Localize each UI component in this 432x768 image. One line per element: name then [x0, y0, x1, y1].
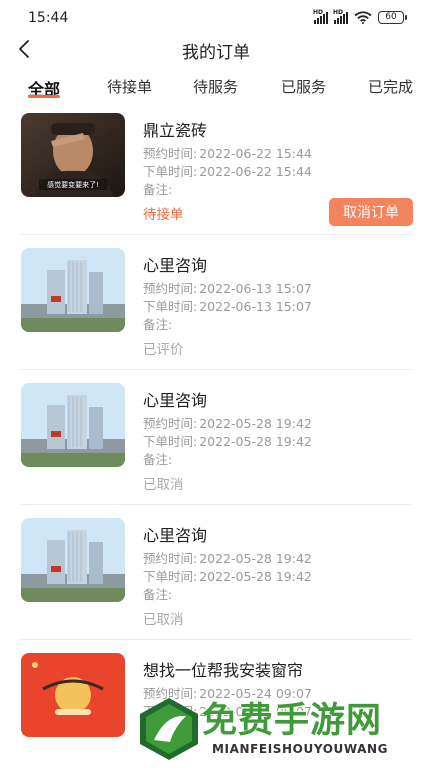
battery-icon: 60	[378, 11, 407, 24]
tab-completed[interactable]: 已完成	[368, 76, 413, 97]
order-time: 下单时间: 2022-05-28 19:42	[143, 569, 312, 584]
order-note: 备注:	[143, 317, 173, 332]
order-card[interactable]: 感觉要变要来了! 鼎立瓷砖 预约时间: 2022-06-22 15:44 下单时间…	[0, 100, 432, 235]
order-thumbnail	[21, 248, 125, 332]
order-card[interactable]: 心里咨询 预约时间: 2022-05-28 19:42 下单时间: 2022-05-…	[0, 370, 432, 505]
status-icons: HD HD 60	[313, 9, 407, 24]
wifi-icon	[354, 11, 372, 24]
order-thumbnail	[21, 518, 125, 602]
order-name: 心里咨询	[143, 526, 208, 545]
order-card[interactable]: 心里咨询 预约时间: 2022-06-13 15:07 下单时间: 2022-06-…	[0, 235, 432, 370]
order-name: 心里咨询	[143, 256, 208, 275]
order-name: 鼎立瓷砖	[143, 121, 208, 140]
order-note: 备注:	[143, 182, 173, 197]
appointment-time: 预约时间: 2022-05-28 19:42	[143, 551, 312, 566]
nav-bar: 我的订单	[0, 36, 432, 63]
appointment-time: 预约时间: 2022-05-28 19:42	[143, 416, 312, 431]
tab-pending-service[interactable]: 待服务	[193, 76, 238, 97]
active-tab-indicator	[28, 95, 60, 98]
order-time: 下单时间: 2022-05-24 09:07	[143, 704, 312, 719]
order-status: 已取消	[143, 477, 184, 493]
order-name: 想找一位帮我安装窗帘	[143, 661, 304, 680]
tab-pending-accept[interactable]: 待接单	[107, 76, 152, 97]
appointment-time: 预约时间: 2022-05-24 09:07	[143, 686, 312, 701]
order-status: 已评价	[143, 342, 184, 358]
order-status: 待接单	[143, 207, 184, 223]
order-time: 下单时间: 2022-05-28 19:42	[143, 434, 312, 449]
cellular-signal-icon: HD	[313, 9, 328, 24]
appointment-time: 预约时间: 2022-06-22 15:44	[143, 146, 312, 161]
order-note: 备注:	[143, 587, 173, 602]
tab-serviced[interactable]: 已服务	[281, 76, 326, 97]
order-card[interactable]: 心里咨询 预约时间: 2022-05-28 19:42 下单时间: 2022-05-…	[0, 505, 432, 640]
order-tabs: 全部 待接单 待服务 已服务 已完成	[0, 76, 432, 100]
thumbnail-caption: 感觉要变要来了!	[47, 180, 99, 189]
cancel-order-button[interactable]: 取消订单	[329, 198, 413, 226]
cellular-signal-2-icon: HD	[333, 9, 348, 24]
order-card[interactable]: 想找一位帮我安装窗帘 预约时间: 2022-05-24 09:07 下单时间: 20…	[0, 640, 432, 768]
order-thumbnail	[21, 653, 125, 737]
order-time: 下单时间: 2022-06-22 15:44	[143, 164, 312, 179]
order-thumbnail	[21, 383, 125, 467]
status-time: 15:44	[28, 10, 69, 26]
page-title: 我的订单	[182, 43, 250, 63]
order-time: 下单时间: 2022-06-13 15:07	[143, 299, 312, 314]
status-bar: 15:44 HD HD 60	[0, 0, 432, 36]
order-note: 备注:	[143, 452, 173, 467]
order-thumbnail: 感觉要变要来了!	[21, 113, 125, 197]
order-name: 心里咨询	[143, 391, 208, 410]
appointment-time: 预约时间: 2022-06-13 15:07	[143, 281, 312, 296]
order-status: 已取消	[143, 612, 184, 628]
